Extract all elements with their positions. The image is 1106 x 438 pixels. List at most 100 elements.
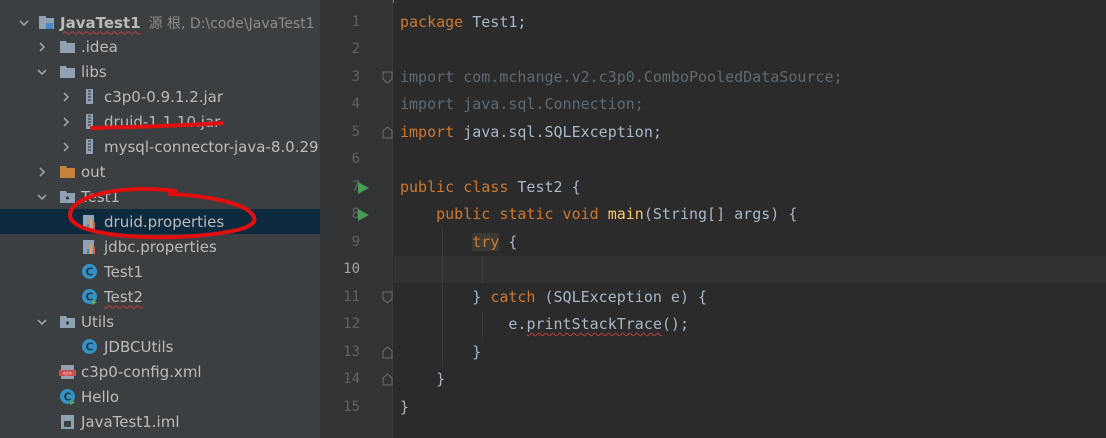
chevron-right-icon[interactable]	[58, 139, 74, 155]
folder-icon	[58, 63, 76, 81]
package-folder-icon	[58, 188, 76, 206]
tree-item-utils-package[interactable]: Utils	[0, 309, 320, 334]
fold-start-icon[interactable]	[382, 291, 393, 304]
chevron-right-icon[interactable]	[34, 39, 50, 55]
code-text: {	[499, 233, 518, 251]
chevron-down-icon[interactable]	[34, 64, 50, 80]
code-line-3[interactable]: import com.mchange.v2.c3p0.ComboPooledDa…	[394, 64, 1106, 91]
code-line-14[interactable]: }	[394, 366, 1106, 393]
svg-text:C: C	[85, 341, 93, 354]
tree-item-label: Utils	[81, 312, 115, 331]
tree-item-druid-jar[interactable]: druid-1.1.10.jar	[0, 109, 320, 134]
tree-item-label: c3p0-0.9.1.2.jar	[104, 87, 224, 106]
module-icon	[37, 14, 55, 32]
chevron-down-icon[interactable]	[16, 15, 32, 31]
iml-icon	[58, 413, 76, 431]
run-class-icon[interactable]	[356, 181, 370, 195]
editor-gutter[interactable]: 1 2 3 4 5 6 7 8 9 10 11 12 13 14 15	[320, 0, 393, 438]
code-line-7[interactable]: public class Test2 {	[394, 174, 1106, 201]
tree-item-hello-class[interactable]: C Hello	[0, 384, 320, 409]
root-path: 源 根, D:\code\JavaTest1	[148, 15, 315, 32]
indent-guide	[482, 256, 483, 284]
code-text: java.sql.Connection;	[454, 95, 644, 113]
run-main-icon[interactable]	[356, 208, 370, 222]
class-icon: C	[80, 263, 98, 281]
jar-icon	[80, 113, 98, 131]
fold-end-icon[interactable]	[382, 126, 393, 139]
code-line-9[interactable]: try {	[394, 229, 1106, 256]
tree-item-jdbc-properties[interactable]: jdbc.properties	[0, 234, 320, 259]
code-line-10-current[interactable]	[394, 256, 1106, 283]
line-number: 4	[351, 96, 360, 112]
tree-item-label: libs	[81, 62, 107, 81]
code-line-13[interactable]: }	[394, 339, 1106, 366]
line-number: 8	[351, 206, 360, 222]
jar-icon	[80, 88, 98, 106]
code-line-12[interactable]: e.printStackTrace();	[394, 311, 1106, 338]
tree-item-test1-package[interactable]: Test1	[0, 184, 320, 209]
svg-text:C: C	[85, 266, 93, 279]
line-number: 13	[343, 344, 360, 360]
tree-item-out[interactable]: out	[0, 159, 320, 184]
line-number: 3	[351, 69, 360, 85]
chevron-right-icon[interactable]	[34, 164, 50, 180]
chevron-right-icon[interactable]	[58, 114, 74, 130]
keyword: import	[400, 95, 455, 113]
tree-item-label: .idea	[81, 37, 118, 56]
code-text: Test1;	[463, 13, 527, 31]
code-line-11[interactable]: } catch (SQLException e) {	[394, 284, 1106, 311]
tree-item-c3p0-config-xml[interactable]: </> c3p0-config.xml	[0, 359, 320, 384]
tree-item-label: c3p0-config.xml	[81, 362, 202, 381]
fold-end-icon[interactable]	[382, 373, 393, 386]
method-name: main	[607, 205, 644, 223]
tree-item-test1-class[interactable]: C Test1	[0, 259, 320, 284]
tree-item-label: Test2	[104, 287, 144, 306]
code-text: }	[436, 370, 446, 388]
keyword: try	[472, 233, 500, 251]
line-number: 14	[343, 371, 360, 387]
code-line-15[interactable]: }	[394, 394, 1106, 421]
indent-guide	[442, 228, 443, 366]
line-number: 9	[351, 234, 360, 250]
tree-item-root[interactable]: JavaTest1 源 根, D:\code\JavaTest1	[0, 10, 320, 35]
chevron-right-icon[interactable]	[58, 89, 74, 105]
keyword: package	[400, 13, 464, 31]
tree-item-label: druid.properties	[104, 212, 225, 231]
jar-icon	[80, 138, 98, 156]
tree-item-c3p0-jar[interactable]: c3p0-0.9.1.2.jar	[0, 84, 320, 109]
tree-item-jdbcutils-class[interactable]: C JDBCUtils	[0, 334, 320, 359]
code-line-4[interactable]: import java.sql.Connection;	[394, 91, 1106, 118]
project-tree[interactable]: JavaTest1 源 根, D:\code\JavaTest1 .idea li…	[0, 0, 320, 438]
chevron-down-icon[interactable]	[34, 314, 50, 330]
tree-item-libs[interactable]: libs	[0, 59, 320, 84]
line-number: 1	[351, 14, 360, 30]
code-editor[interactable]: package Test1; import com.mchange.v2.c3p…	[394, 0, 1106, 438]
tree-item-label: JDBCUtils	[104, 337, 174, 356]
fold-start-icon[interactable]	[382, 71, 393, 84]
properties-icon	[80, 213, 98, 231]
line-number: 12	[343, 316, 360, 332]
tree-item-label: mysql-connector-java-8.0.29.j	[104, 137, 320, 156]
code-line-8[interactable]: public static void main(String[] args) {	[394, 201, 1106, 228]
method-call: printStackTrace	[526, 315, 662, 333]
code-line-5[interactable]: import java.sql.SQLException;	[394, 119, 1106, 146]
root-name: JavaTest1	[60, 13, 141, 32]
folder-icon	[58, 38, 76, 56]
line-number: 2	[351, 41, 360, 57]
tree-item-test2-class[interactable]: C Test2	[0, 284, 320, 309]
class-icon: C	[80, 338, 98, 356]
code-line-1[interactable]: package Test1;	[394, 9, 1106, 36]
tree-item-mysql-jar[interactable]: mysql-connector-java-8.0.29.j	[0, 134, 320, 159]
keyword: import	[400, 123, 455, 141]
tree-item-idea[interactable]: .idea	[0, 34, 320, 59]
keyword: import	[400, 68, 455, 86]
code-text: com.mchange.v2.c3p0.ComboPooledDataSourc…	[454, 68, 843, 86]
code-text: ();	[661, 315, 689, 333]
fold-end-icon[interactable]	[382, 346, 393, 359]
tree-item-druid-properties[interactable]: druid.properties	[0, 209, 320, 234]
chevron-down-icon[interactable]	[34, 189, 50, 205]
keyword: catch	[490, 288, 536, 306]
line-number: 7	[351, 179, 360, 195]
xml-icon: </>	[58, 363, 76, 381]
tree-item-iml[interactable]: JavaTest1.iml	[0, 409, 320, 434]
